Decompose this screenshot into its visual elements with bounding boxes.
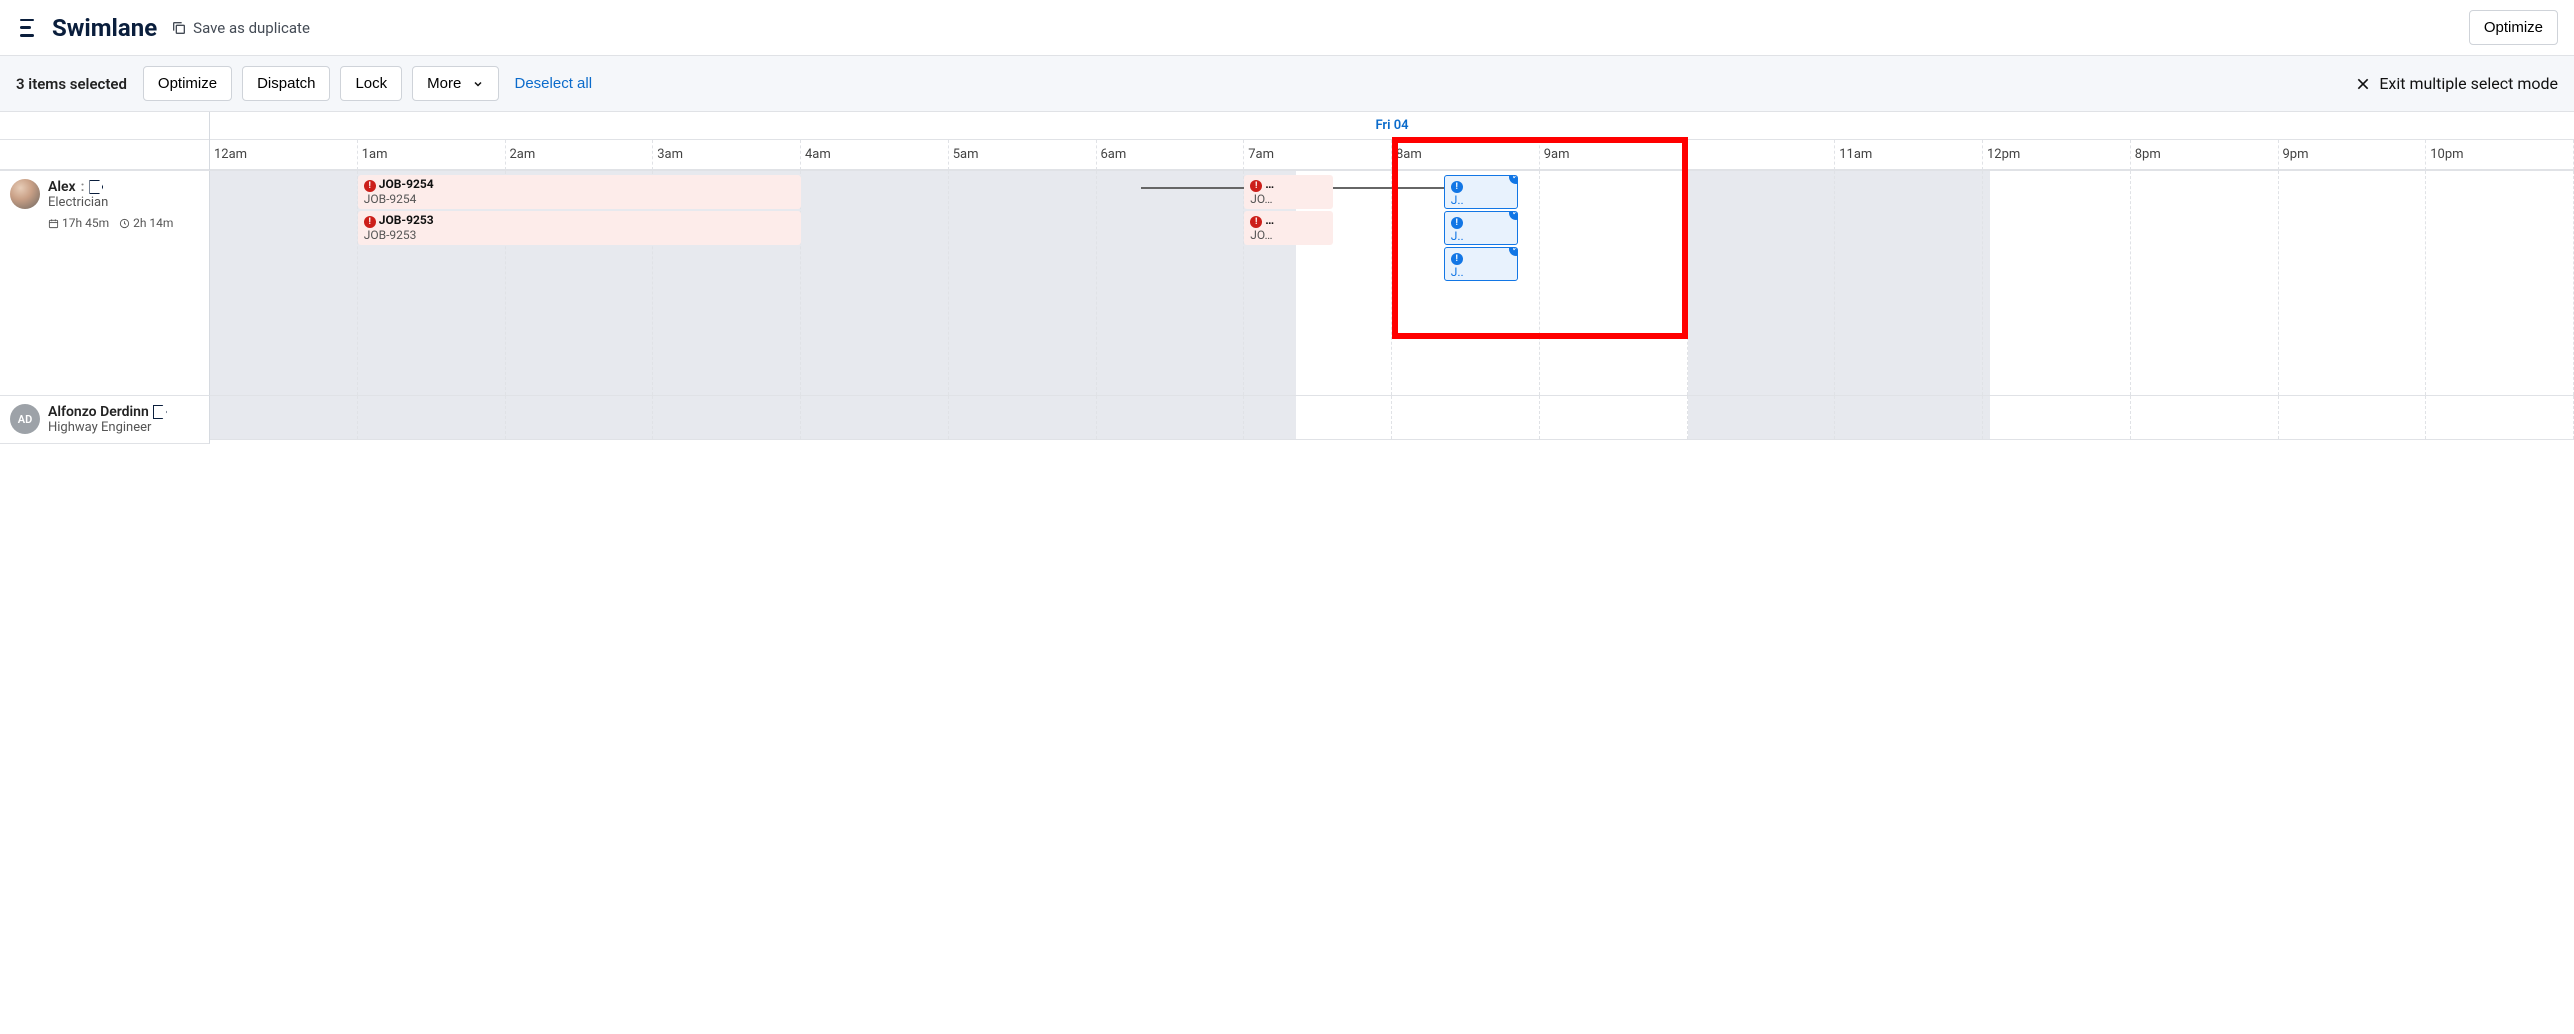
hour-cell: 5am [949,140,1097,170]
avatar: AD [10,404,40,434]
dispatch-button[interactable]: Dispatch [242,66,330,101]
optimize-button[interactable]: Optimize [2469,10,2558,45]
hour-cell: 10pm [2426,140,2574,170]
timeline-header: Fri 04 12am1am2am3am4am5am6am7am8am9am 11… [0,112,2574,171]
hour-cell: 2am [506,140,654,170]
off-hours-shade [1688,396,1991,439]
tag-icon [153,405,167,419]
selection-count: 3 items selected [16,75,127,93]
resource-name: Alfonzo Derdinn [48,404,167,420]
hour-cell: 8pm [2131,140,2279,170]
deselect-all-button[interactable]: Deselect all [509,67,599,100]
error-icon: ! [364,216,376,228]
info-icon: ! [1451,217,1463,229]
off-hours-shade [1688,171,1991,395]
info-icon: ! [1451,181,1463,193]
hour-cell: 9am [1540,140,1688,170]
avatar [10,179,40,209]
info-icon: ! [1451,253,1463,265]
resource-name: Alex: [48,179,173,195]
copy-icon [171,20,187,36]
error-icon: ! [1250,180,1262,192]
hour-cell: 11am [1835,140,1983,170]
hour-cell [1688,140,1836,170]
resource-stats: 17h 45m2h 14m [48,216,173,230]
day-label[interactable]: Fri 04 [210,112,2574,140]
exit-multiselect-button[interactable]: Exit multiple select mode [2355,74,2558,93]
resource-cell[interactable]: AD Alfonzo DerdinnHighway Engineer [0,396,210,444]
job-card[interactable]: !…JO… [1244,211,1333,245]
error-icon: ! [1250,216,1262,228]
off-hours-shade [210,396,1296,439]
resource-role: Electrician [48,195,173,210]
more-label: More [427,75,461,92]
save-as-duplicate-button[interactable]: Save as duplicate [171,19,310,37]
resource-role: Highway Engineer [48,420,167,435]
page-title: Swimlane [52,14,157,42]
job-card[interactable]: !JOB-9253JOB-9253 [358,211,801,245]
job-card-selected[interactable]: ✓!J.. [1444,211,1518,245]
hour-cell: 7am [1244,140,1392,170]
tag-icon [89,180,103,194]
job-card[interactable]: !JOB-9254JOB-9254 [358,175,801,209]
hour-cell: 3am [653,140,801,170]
hour-cell: 1am [358,140,506,170]
hour-cell: 12pm [1983,140,2131,170]
chevron-down-icon [472,78,484,90]
close-icon [2355,76,2371,92]
save-as-duplicate-label: Save as duplicate [193,19,310,37]
exit-multiselect-label: Exit multiple select mode [2379,74,2558,93]
hour-cell: 4am [801,140,949,170]
swimlanes: Alex:Electrician 17h 45m2h 14m !JOB-9254JO… [0,171,2574,444]
resource-lane[interactable] [210,396,2574,440]
menu-icon[interactable] [16,19,38,37]
lock-button[interactable]: Lock [340,66,402,101]
resource-lane[interactable]: !JOB-9254JOB-9254!JOB-9253JOB-9253 !…JO…!… [210,171,2574,396]
optimize-selection-button[interactable]: Optimize [143,66,232,101]
hour-cell: 8am [1392,140,1540,170]
hour-cell: 6am [1097,140,1245,170]
calendar-icon [48,218,59,229]
job-card[interactable]: !…JO… [1244,175,1333,209]
job-card-selected[interactable]: ✓!J.. [1444,175,1518,209]
hours-row: 12am1am2am3am4am5am6am7am8am9am 11am12pm8… [210,140,2574,170]
selection-bar: 3 items selected Optimize Dispatch Lock … [0,56,2574,112]
error-icon: ! [364,180,376,192]
hour-cell: 9pm [2279,140,2427,170]
hour-cell: 12am [210,140,358,170]
clock-icon [119,218,130,229]
more-button[interactable]: More [412,66,498,101]
job-card-selected[interactable]: ✓!J.. [1444,247,1518,281]
resource-cell[interactable]: Alex:Electrician 17h 45m2h 14m [0,171,210,396]
topbar: Swimlane Save as duplicate Optimize [0,0,2574,56]
